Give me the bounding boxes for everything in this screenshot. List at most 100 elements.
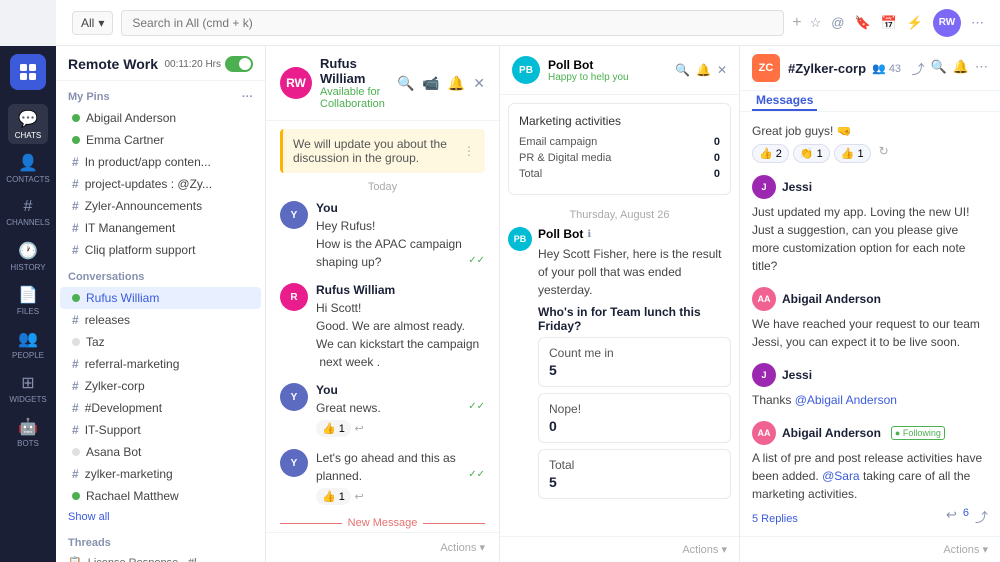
info-icon: ℹ xyxy=(587,229,591,240)
mention-abigail: @Abigail Anderson xyxy=(795,393,897,407)
nav-item-taz[interactable]: Taz xyxy=(60,331,261,353)
video-icon[interactable]: 📹 xyxy=(422,75,439,92)
sidebar-item-people[interactable]: 👥 PEOPLE xyxy=(8,324,48,364)
close-icon[interactable]: ✕ xyxy=(473,75,485,92)
share-icon[interactable]: ⤴ xyxy=(975,507,988,526)
nav-panel: Remote Work 00:11:20 Hrs My Pins ··· Abi… xyxy=(56,46,266,562)
status-toggle[interactable] xyxy=(225,56,253,72)
thread-item-license[interactable]: 📋 License Response - #l... xyxy=(56,553,265,562)
top-bar-right: ☆ @ 🔖 📅 ⚡ RW ⋯ xyxy=(810,9,984,37)
reaction-btn[interactable]: 👏 1 xyxy=(793,144,830,163)
msg-avatar: J xyxy=(752,363,776,387)
channel-msg-abigail-2: AA Abigail Anderson ● Following A list o… xyxy=(752,421,988,526)
nav-item-announcements[interactable]: # Zyler-Announcements xyxy=(60,195,261,217)
nav-item-rachael[interactable]: Rachael Matthew xyxy=(60,485,261,507)
channel-hash-icon: # xyxy=(72,313,79,327)
nav-item-rufus[interactable]: Rufus William xyxy=(60,287,261,309)
plug-icon[interactable]: ⚡ xyxy=(907,15,923,31)
grid-icon[interactable]: ⋯ xyxy=(971,15,984,31)
nav-item-emma[interactable]: Emma Cartner xyxy=(60,129,261,151)
channel-msg-greatjob: Great job guys! 🤜 👍 2 👏 1 👍 1 ↻ xyxy=(752,122,988,163)
time-badge: 00:11:20 Hrs xyxy=(164,56,253,72)
chat-footer: Actions ▾ xyxy=(266,532,499,562)
nav-item-project-updates[interactable]: # project-updates : @Zy... xyxy=(60,173,261,195)
nav-item-zylker-marketing[interactable]: # zylker-marketing xyxy=(60,463,261,485)
following-badge: ● Following xyxy=(891,426,945,440)
message-avatar: R xyxy=(280,283,308,311)
nav-header: Remote Work 00:11:20 Hrs xyxy=(56,46,265,81)
show-all-conversations[interactable]: Show all xyxy=(56,507,265,527)
poll-card-marketing: Marketing activities Email campaign 0 PR… xyxy=(508,103,731,195)
channels-icon: # xyxy=(24,198,33,216)
tab-messages[interactable]: Messages xyxy=(752,91,817,111)
sidebar-item-chats[interactable]: 💬 CHATS xyxy=(8,104,48,144)
online-dot xyxy=(72,492,80,500)
channel-actions-button[interactable]: Actions ▾ xyxy=(943,543,988,556)
nav-item-cliq-support[interactable]: # Cliq platform support xyxy=(60,239,261,261)
online-dot xyxy=(72,294,80,302)
reaction-btn[interactable]: 👍 2 xyxy=(752,144,789,163)
reply-actions: ↩ 6 ⤴ xyxy=(946,507,988,526)
reaction-thumbsup[interactable]: 👍 1 xyxy=(316,488,351,505)
calendar-icon[interactable]: 📅 xyxy=(881,15,897,31)
channel-hash-icon: # xyxy=(72,467,79,481)
add-reaction-icon[interactable]: ↩ xyxy=(355,423,364,435)
nav-item-it-support[interactable]: # IT-Support xyxy=(60,419,261,441)
history-icon: 🕐 xyxy=(18,241,38,261)
add-button[interactable]: + xyxy=(792,14,801,32)
files-icon: 📄 xyxy=(18,285,38,305)
message-body: Let's go ahead and this as planned. ✓✓ 👍… xyxy=(316,449,485,505)
nav-item-abigail[interactable]: Abigail Anderson xyxy=(60,107,261,129)
sidebar-item-history[interactable]: 🕐 HISTORY xyxy=(8,236,48,276)
channel-hash-icon: # xyxy=(72,243,79,257)
channel-hash-icon: # xyxy=(72,177,79,191)
channel-hash-icon: # xyxy=(72,423,79,437)
sidebar-item-widgets[interactable]: ⊞ WIDGETS xyxy=(8,368,48,408)
search-input[interactable] xyxy=(121,10,784,36)
chat-actions-button[interactable]: Actions ▾ xyxy=(440,541,485,554)
left-sidebar: 💬 CHATS 👤 CONTACTS # CHANNELS 🕐 HISTORY … xyxy=(0,46,56,562)
channel-search-icon[interactable]: 🔍 xyxy=(931,59,947,78)
poll-search-icon[interactable]: 🔍 xyxy=(675,63,690,77)
reaction-btn[interactable]: 👍 1 xyxy=(834,144,871,163)
channel-more-icon[interactable]: ⋯ xyxy=(975,59,988,78)
replies-link[interactable]: 5 Replies xyxy=(752,513,798,525)
pins-menu-icon[interactable]: ··· xyxy=(242,91,253,103)
reply-icon[interactable]: ↩ xyxy=(946,507,957,526)
channel-bell-icon[interactable]: 🔔 xyxy=(953,59,969,78)
reaction-thumbsup[interactable]: 👍 1 xyxy=(316,420,351,437)
bookmark-icon[interactable]: 🔖 xyxy=(854,15,870,31)
poll-bot-status: Happy to help you xyxy=(548,72,629,83)
reload-icon[interactable]: ↻ xyxy=(879,144,889,163)
nav-item-zylker-corp[interactable]: # Zylker-corp xyxy=(60,375,261,397)
nav-item-referral[interactable]: # referral-marketing xyxy=(60,353,261,375)
bell-icon[interactable]: 🔔 xyxy=(448,75,465,92)
sidebar-item-bots[interactable]: 🤖 BOTS xyxy=(8,412,48,452)
nav-item-it-mgmt[interactable]: # IT Manangement xyxy=(60,217,261,239)
sidebar-item-channels[interactable]: # CHANNELS xyxy=(8,192,48,232)
search-scope-selector[interactable]: All ▾ xyxy=(72,11,113,35)
nav-item-releases[interactable]: # releases xyxy=(60,309,261,331)
channel-name: #Zylker-corp xyxy=(788,61,866,76)
poll-close-icon[interactable]: ✕ xyxy=(717,63,727,77)
pinned-menu-icon[interactable]: ⋮ xyxy=(463,144,475,158)
sidebar-item-contacts[interactable]: 👤 CONTACTS xyxy=(8,148,48,188)
nav-item-development[interactable]: # #Development xyxy=(60,397,261,419)
search-icon[interactable]: 🔍 xyxy=(397,75,414,92)
sidebar-item-files[interactable]: 📄 FILES xyxy=(8,280,48,320)
msg-header: J Jessi xyxy=(752,175,988,199)
chat-contact-name: Rufus William xyxy=(320,56,397,86)
poll-bell-icon[interactable]: 🔔 xyxy=(696,63,711,77)
nav-item-product[interactable]: # In product/app conten... xyxy=(60,151,261,173)
user-avatar[interactable]: RW xyxy=(933,9,961,37)
channel-msg-jessi-1: J Jessi Just updated my app. Loving the … xyxy=(752,175,988,275)
poll-actions-button[interactable]: Actions ▾ xyxy=(682,543,727,556)
star-icon[interactable]: ☆ xyxy=(810,15,822,31)
channel-share-icon[interactable]: ⤴ xyxy=(912,59,925,78)
msg-avatar: J xyxy=(752,175,776,199)
poll-bot-avatar: PB xyxy=(512,56,540,84)
add-reaction-icon[interactable]: ↩ xyxy=(355,491,364,503)
mention-icon[interactable]: @ xyxy=(831,15,844,30)
people-icon: 👥 xyxy=(18,329,38,349)
nav-item-asana[interactable]: Asana Bot xyxy=(60,441,261,463)
